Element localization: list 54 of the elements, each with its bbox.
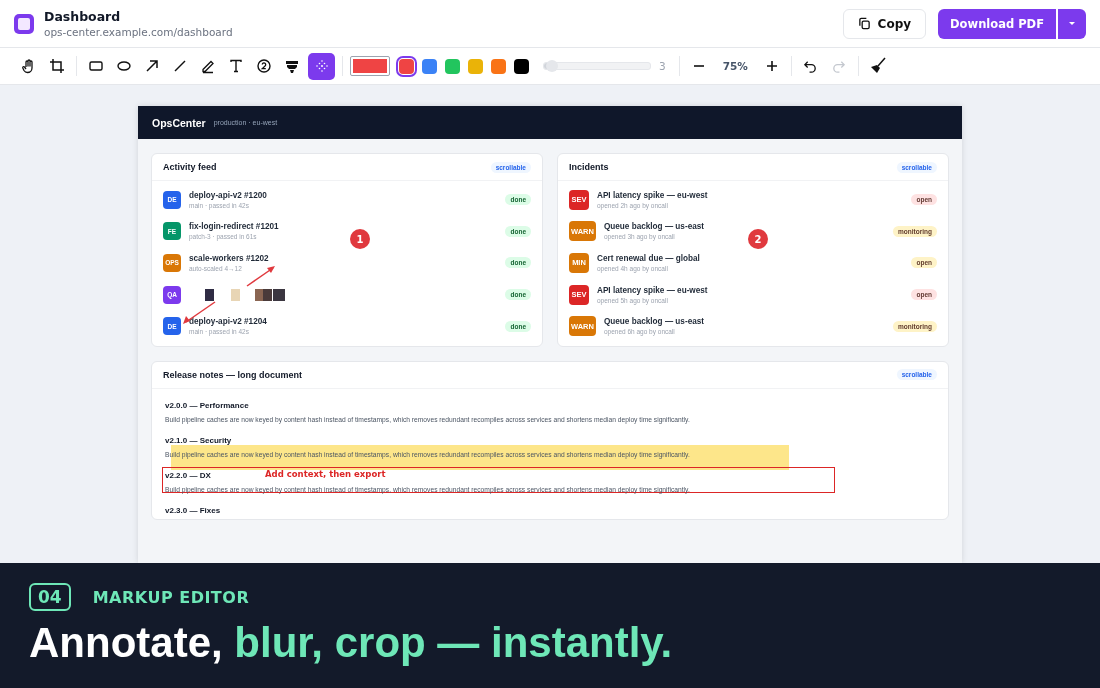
highlighter-icon — [284, 58, 300, 74]
page-url: ops-center.example.com/dashboard — [44, 26, 233, 38]
build-title: fix-login-redirect #1201 — [189, 222, 279, 232]
incident-title: Queue backlog — us-east — [603, 317, 705, 327]
build-title: scale-workers #1202 — [189, 254, 269, 263]
rectangle-icon — [88, 58, 104, 74]
headline: Annotate, blur, crop — instantly. — [29, 619, 674, 667]
incident-title: API latency spike — eu-west — [597, 285, 708, 295]
color-swatch[interactable] — [445, 58, 460, 74]
app-logo-icon — [14, 13, 34, 34]
line-icon — [172, 58, 188, 74]
section-label: MARKUP EDITOR — [92, 587, 250, 607]
blur-icon — [313, 58, 330, 74]
incident-title: Queue backlog — us-east — [603, 222, 705, 232]
card-title: Activity feed — [163, 162, 217, 172]
download-options-button[interactable] — [1058, 8, 1086, 39]
blur-tool-button[interactable] — [308, 52, 335, 80]
zoom-level: 75% — [722, 60, 748, 72]
numbered-circle-icon — [256, 58, 272, 74]
build-title: deploy-api-v2 #1200 — [189, 190, 267, 200]
caret-icon — [1068, 21, 1076, 26]
incident-title: API latency spike — eu-west — [597, 190, 708, 200]
copy-icon — [857, 17, 871, 30]
stroke-color-preview — [350, 56, 390, 76]
note-heading: v2.2.0 — DX — [165, 470, 211, 480]
card-title: Release notes — long document — [163, 369, 303, 380]
step-marker: 1 — [350, 229, 370, 249]
callout-label: Add context, then export — [265, 468, 386, 479]
color-swatch[interactable] — [399, 58, 414, 74]
plus-icon — [764, 59, 779, 73]
annotation-arrow — [245, 264, 277, 288]
download-pdf-button[interactable]: Download PDF — [938, 8, 1056, 39]
color-swatch[interactable] — [491, 58, 506, 74]
stroke-width-value: 3 — [659, 60, 666, 72]
color-swatch[interactable] — [514, 58, 529, 74]
crop-icon — [49, 58, 65, 74]
pen-icon — [200, 58, 216, 74]
ellipse-icon — [116, 58, 132, 74]
card-title: Incidents — [569, 162, 609, 172]
step-marker: 2 — [748, 229, 768, 249]
section-number: 04 — [29, 583, 71, 611]
copy-button[interactable]: Copy — [842, 8, 927, 39]
color-swatch[interactable] — [468, 58, 483, 74]
incident-title: Cert renewal due — global — [597, 254, 700, 263]
arrow-icon — [144, 58, 160, 74]
note-heading: v2.3.0 — Fixes — [165, 505, 221, 515]
stroke-width-slider[interactable] — [543, 62, 651, 70]
page-title: Dashboard — [44, 9, 122, 24]
text-icon — [228, 58, 244, 74]
dashboard-brand: OpsCenter — [152, 116, 206, 129]
color-swatch[interactable] — [422, 58, 437, 74]
note-heading: v2.1.0 — Security — [165, 435, 232, 445]
note-heading: v2.0.0 — Performance — [165, 400, 249, 410]
build-title: deploy-api-v2 #1204 — [189, 317, 267, 327]
